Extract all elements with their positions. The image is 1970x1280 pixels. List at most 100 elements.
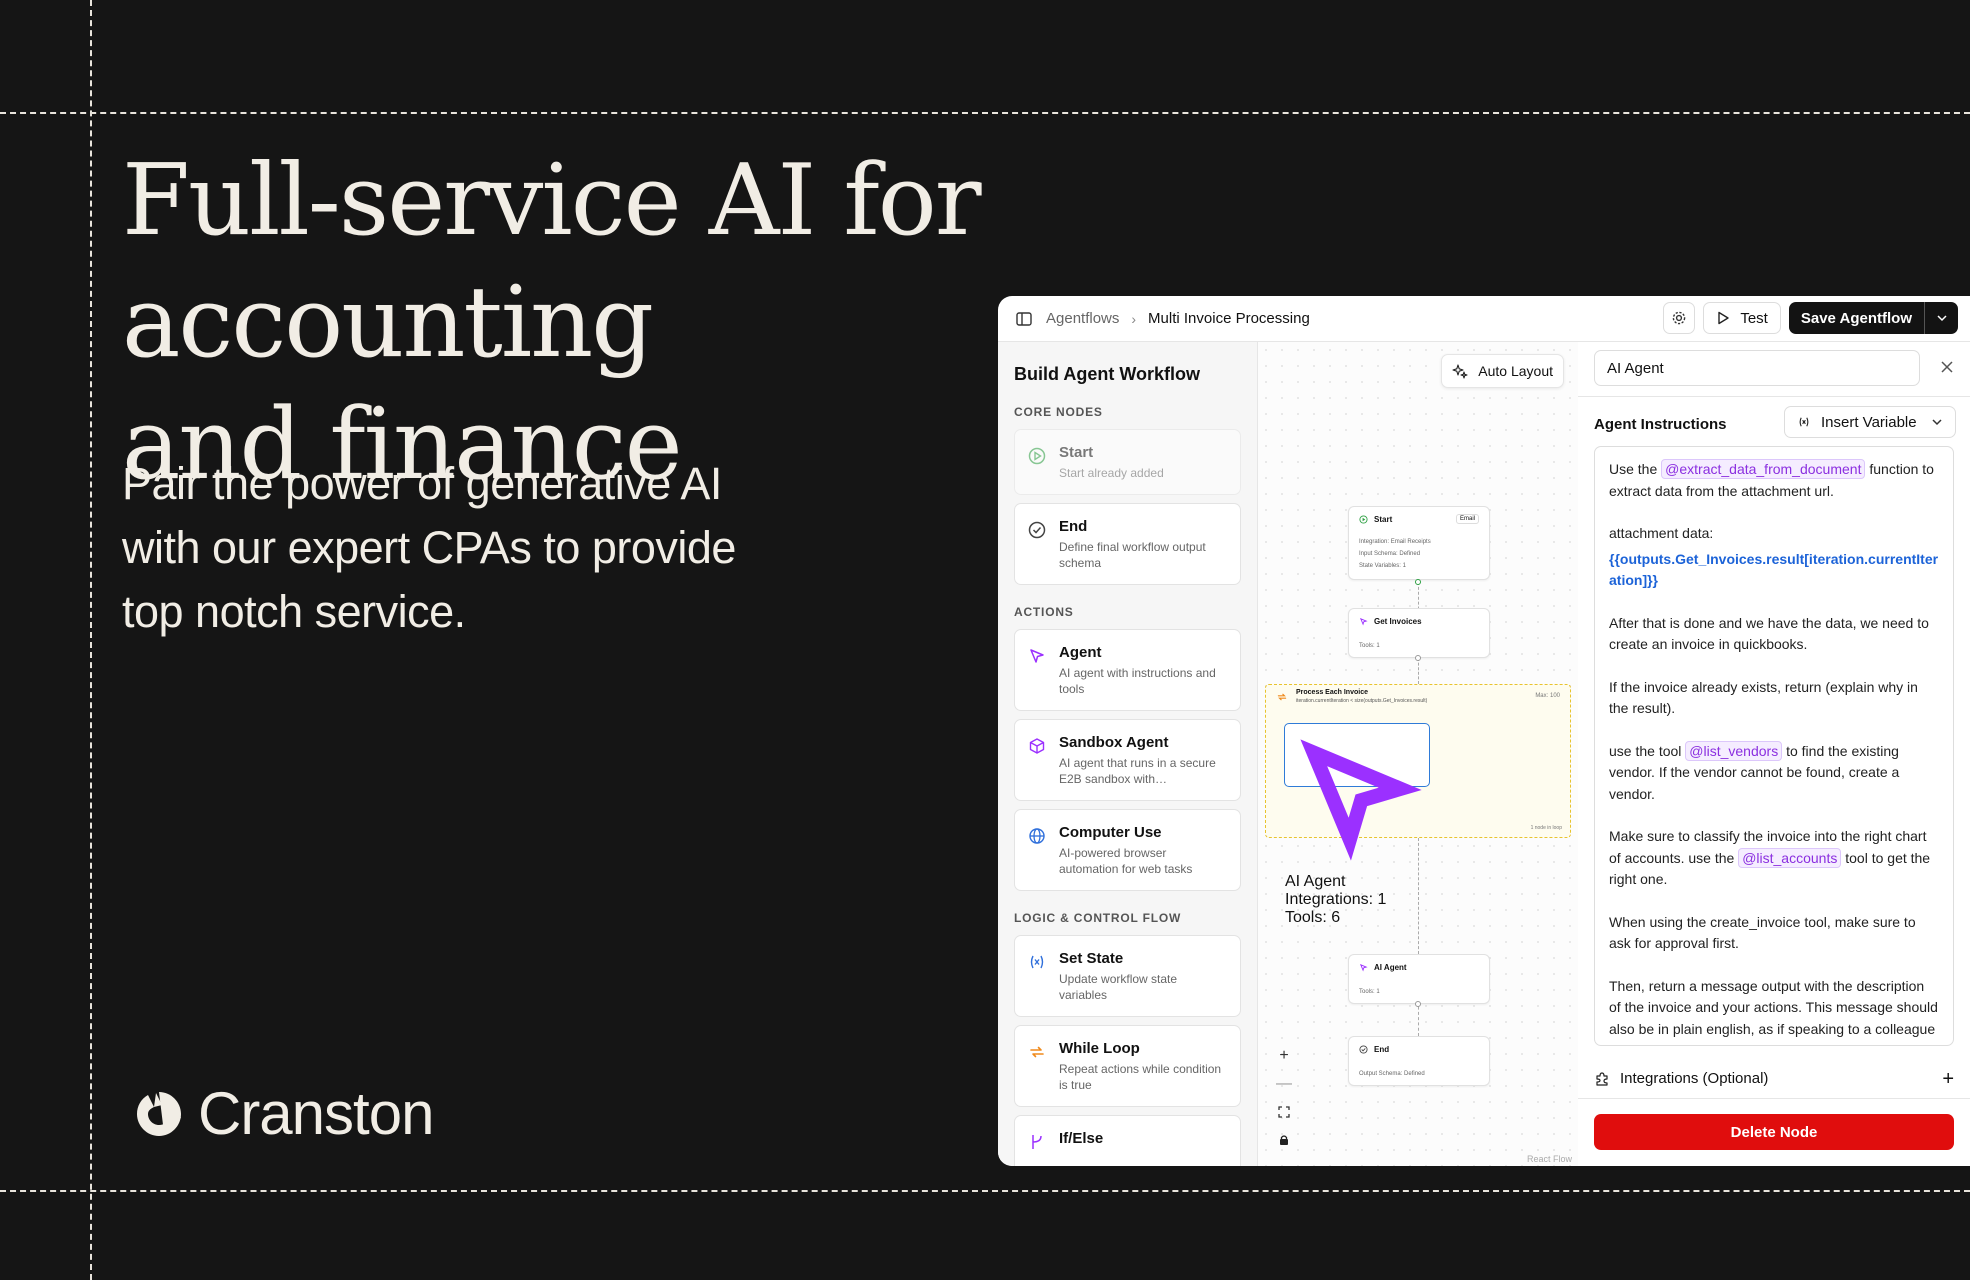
check-circle-icon xyxy=(1359,1045,1368,1054)
node-card-set-state[interactable]: Set State Update workflow state variables xyxy=(1014,935,1241,1017)
node-card-sandbox-agent[interactable]: Sandbox Agent AI agent that runs in a sec… xyxy=(1014,719,1241,801)
globe-icon xyxy=(1029,828,1045,844)
variable-token-invoice-result[interactable]: {{outputs.Get_Invoices.result[iteration.… xyxy=(1609,551,1938,589)
insert-variable-label: Insert Variable xyxy=(1821,413,1917,431)
node-line: Output Schema: Defined xyxy=(1359,1071,1425,1077)
node-config-panel: Agent Instructions Insert Variable Use t… xyxy=(1578,342,1970,1166)
node-card-if-else[interactable]: If/Else xyxy=(1014,1115,1241,1166)
zoom-out-button[interactable]: — xyxy=(1272,1072,1296,1096)
variable-icon xyxy=(1030,955,1044,969)
node-title: AI Agent xyxy=(1285,873,1346,890)
node-card-agent[interactable]: Agent AI agent with instructions and tool… xyxy=(1014,629,1241,711)
react-flow-attribution[interactable]: React Flow xyxy=(1527,1154,1572,1164)
node-card-title: Set State xyxy=(1059,950,1124,967)
chevron-down-icon xyxy=(1932,419,1942,426)
node-title: Get Invoices xyxy=(1374,617,1422,626)
check-circle-icon xyxy=(1028,521,1046,539)
puzzle-icon xyxy=(1596,1071,1608,1086)
tool-token-list-vendors[interactable]: @list_vendors xyxy=(1685,740,1783,761)
node-line: Tools: 1 xyxy=(1359,643,1380,649)
node-card-title: Agent xyxy=(1059,644,1102,661)
node-card-desc: Define final workflow output schema xyxy=(1059,540,1206,570)
section-core-nodes: CORE NODES xyxy=(1014,405,1103,419)
edge-get-invoices-loop xyxy=(1418,658,1419,684)
insert-variable-dropdown[interactable]: Insert Variable xyxy=(1784,406,1956,438)
node-card-title: If/Else xyxy=(1059,1130,1104,1147)
lock-button[interactable] xyxy=(1272,1128,1296,1152)
sidebar-toggle-icon[interactable] xyxy=(1016,311,1032,327)
sparkles-icon xyxy=(1452,364,1468,379)
tool-token-extract-data[interactable]: @extract_data_from_document xyxy=(1661,459,1866,479)
node-title: End xyxy=(1374,1045,1390,1054)
cursor-icon xyxy=(1359,617,1368,626)
cursor-icon xyxy=(1300,739,1422,861)
node-card-end[interactable]: End Define final workflow output schema xyxy=(1014,503,1241,585)
node-header: AI Agent xyxy=(1285,724,1429,891)
instr-text: attachment data: xyxy=(1609,525,1714,541)
section-logic: LOGIC & CONTROL FLOW xyxy=(1014,911,1182,925)
loop-container-process-each-invoice[interactable]: Process Each Invoice iteration.currentIt… xyxy=(1265,684,1571,926)
node-card-desc: Update workflow state variables xyxy=(1059,972,1178,1002)
test-label: Test xyxy=(1740,309,1768,327)
add-integration-button[interactable]: + xyxy=(1942,1068,1954,1091)
node-card-while-loop[interactable]: While Loop Repeat actions while condition… xyxy=(1014,1025,1241,1107)
node-line: State Variables: 1 xyxy=(1359,563,1406,569)
flow-node-end[interactable]: End Output Schema: Defined xyxy=(1348,1036,1490,1086)
node-card-title: Start xyxy=(1059,444,1094,461)
tool-token-list-accounts[interactable]: @list_accounts xyxy=(1738,847,1842,868)
brand-name: Cranston xyxy=(198,1080,434,1147)
divider xyxy=(1578,396,1970,397)
node-line: Tools: 6 xyxy=(1285,909,1341,926)
agent-instructions-editor[interactable]: Use the @extract_data_from_document func… xyxy=(1594,446,1954,1046)
cursor-icon xyxy=(1359,963,1368,972)
node-header: End xyxy=(1359,1045,1389,1054)
node-line: Integrations: 1 xyxy=(1285,891,1387,908)
node-card-title: While Loop xyxy=(1059,1040,1140,1057)
integrations-section[interactable]: Integrations (Optional) xyxy=(1594,1070,1768,1087)
flow-node-loop-ai-agent[interactable]: AI Agent Integrations: 1 Tools: 6 xyxy=(1284,723,1430,926)
auto-layout-button[interactable]: Auto Layout xyxy=(1441,354,1564,388)
node-card-desc: Repeat actions while condition is true xyxy=(1059,1062,1222,1092)
agent-instructions-label: Agent Instructions xyxy=(1594,416,1727,433)
output-port[interactable] xyxy=(1415,1001,1421,1007)
branch-icon xyxy=(1032,1135,1042,1149)
node-card-computer-use[interactable]: Computer Use AI-powered browser automatio… xyxy=(1014,809,1241,891)
breadcrumb-current: Multi Invoice Processing xyxy=(1148,310,1310,327)
output-port[interactable] xyxy=(1415,655,1421,661)
flow-node-get-invoices[interactable]: Get Invoices Tools: 1 xyxy=(1348,608,1490,658)
settings-button[interactable] xyxy=(1663,302,1696,334)
node-card-start[interactable]: Start Start already added xyxy=(1014,429,1241,495)
loop-count: 1 node in loop xyxy=(1530,825,1562,831)
flow-canvas[interactable]: Auto Layout Start Email Integration: Ema… xyxy=(1258,342,1578,1166)
node-name-input[interactable] xyxy=(1594,350,1920,386)
zoom-in-button[interactable]: + xyxy=(1272,1044,1296,1068)
delete-node-button[interactable]: Delete Node xyxy=(1594,1114,1954,1150)
output-port[interactable] xyxy=(1415,579,1421,585)
node-card-desc: AI agent with instructions and tools xyxy=(1059,666,1216,696)
guide-line-top xyxy=(0,112,1970,114)
lock-icon xyxy=(1280,1135,1288,1145)
gear-icon xyxy=(1673,311,1686,325)
flow-node-start[interactable]: Start Email Integration: Email Receipts … xyxy=(1348,506,1490,580)
loop-max: Max: 100 xyxy=(1535,693,1560,699)
close-icon[interactable] xyxy=(1938,358,1956,376)
test-button[interactable]: Test xyxy=(1703,302,1781,334)
guide-line-left xyxy=(90,0,92,1280)
play-circle-icon xyxy=(1028,447,1046,465)
instr-text: After that is done and we have the data,… xyxy=(1609,614,1929,653)
instr-text: When using the create_invoice tool, make… xyxy=(1609,913,1916,952)
play-circle-icon xyxy=(1359,515,1368,524)
node-card-desc: AI agent that runs in a secure E2B sandb… xyxy=(1059,756,1216,786)
save-agentflow-button[interactable]: Save Agentflow xyxy=(1788,302,1924,334)
breadcrumb-chevron-icon: › xyxy=(1131,310,1137,327)
node-card-title: End xyxy=(1059,518,1088,535)
instr-text: Then, return a message output with the d… xyxy=(1609,977,1938,1046)
breadcrumb-agentflows[interactable]: Agentflows xyxy=(1046,310,1119,327)
fit-view-button[interactable] xyxy=(1272,1100,1296,1124)
node-header: Get Invoices xyxy=(1359,617,1422,626)
auto-layout-label: Auto Layout xyxy=(1478,363,1553,379)
loop-icon xyxy=(1030,1046,1044,1058)
instr-text: use the tool xyxy=(1609,742,1682,759)
save-dropdown-button[interactable] xyxy=(1924,302,1958,334)
flow-node-ai-agent[interactable]: AI Agent Tools: 1 xyxy=(1348,954,1490,1004)
